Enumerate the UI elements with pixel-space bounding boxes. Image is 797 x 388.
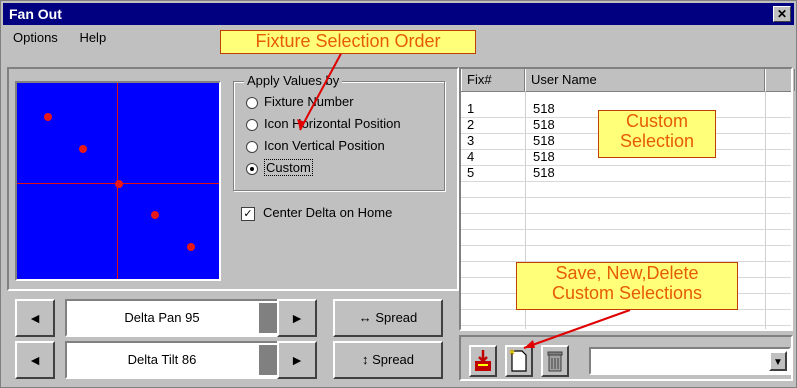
apply-values-group: Apply Values by Fixture Number Icon Hori…: [233, 73, 445, 191]
fixture-icon-1[interactable]: [44, 113, 52, 121]
cell-fix: 3: [467, 133, 475, 148]
callout-line: Custom Selections: [551, 283, 703, 303]
empty-row: [461, 197, 791, 214]
callout-fixture-selection-order: Fixture Selection Order: [220, 30, 476, 54]
callout-custom-selection: Custom Selection: [598, 110, 716, 158]
radio-icon-vertical[interactable]: Icon Vertical Position: [246, 136, 385, 156]
spread-label: Spread: [372, 352, 415, 367]
callout-save-new-delete: Save, New,Delete Custom Selections: [516, 262, 738, 310]
radio-label: Fixture Number: [264, 94, 354, 109]
delta-pan-slider[interactable]: Delta Pan 95: [65, 299, 311, 337]
column-header-fix[interactable]: Fix#: [461, 69, 525, 91]
cell-user-name: 518: [533, 165, 555, 180]
empty-row: [461, 309, 791, 326]
center-delta-checkbox[interactable]: ✓ Center Delta on Home: [241, 205, 392, 221]
callout-line: Selection: [619, 131, 695, 151]
center-delta-label: Center Delta on Home: [263, 205, 393, 220]
empty-row: [461, 245, 791, 262]
cell-fix: 2: [467, 117, 475, 132]
cell-user-name: 518: [533, 149, 555, 164]
save-selection-button[interactable]: [469, 345, 497, 377]
save-icon: [475, 350, 491, 371]
column-header-user-name[interactable]: User Name: [525, 69, 765, 91]
spread-label: Spread: [375, 310, 418, 325]
cell-user-name: 518: [533, 133, 555, 148]
radio-circle[interactable]: [246, 118, 258, 131]
fixture-icon-4[interactable]: [151, 211, 159, 219]
callout-line: Custom: [625, 111, 688, 131]
radio-fixture-number[interactable]: Fixture Number: [246, 92, 354, 112]
radio-label: Custom: [264, 159, 313, 176]
delta-pan-label: Delta Pan 95: [124, 310, 200, 325]
tilt-increase-button[interactable]: ►: [277, 341, 317, 379]
radio-label: Icon Vertical Position: [264, 138, 385, 153]
fixture-position-plot[interactable]: [15, 81, 221, 281]
empty-row: [461, 229, 791, 246]
fixture-icon-5[interactable]: [187, 243, 195, 251]
cell-fix: 1: [467, 101, 475, 116]
empty-row: [461, 213, 791, 230]
menu-options[interactable]: Options: [13, 30, 58, 45]
close-button[interactable]: ✕: [773, 6, 791, 22]
empty-row: [461, 181, 791, 198]
pan-spread-button[interactable]: ↔ Spread: [333, 299, 443, 337]
delete-icon: [547, 351, 563, 372]
radio-label: Icon Horizontal Position: [264, 116, 401, 131]
cell-fix: 4: [467, 149, 475, 164]
pan-decrease-button[interactable]: ◄: [15, 299, 55, 337]
new-selection-button[interactable]: [505, 345, 533, 377]
new-icon: [509, 349, 527, 372]
fixture-icon-3[interactable]: [115, 180, 123, 188]
delta-tilt-slider[interactable]: Delta Tilt 86: [65, 341, 311, 379]
checkbox-box[interactable]: ✓: [241, 206, 255, 221]
table-row[interactable]: 5 518: [461, 165, 791, 182]
menu-help[interactable]: Help: [79, 30, 106, 45]
tilt-spread-button[interactable]: ↕ Spread: [333, 341, 443, 379]
radio-icon-horizontal[interactable]: Icon Horizontal Position: [246, 114, 401, 134]
cell-user-name: 518: [533, 101, 555, 116]
title-bar: Fan Out ✕: [3, 3, 794, 25]
radio-circle-selected[interactable]: [246, 162, 258, 175]
delete-selection-button[interactable]: [541, 345, 569, 377]
radio-circle[interactable]: [246, 96, 258, 109]
selection-combo[interactable]: ▼: [589, 347, 791, 375]
radio-circle[interactable]: [246, 140, 258, 153]
cell-user-name: 518: [533, 117, 555, 132]
pan-increase-button[interactable]: ►: [277, 299, 317, 337]
callout-line: Save, New,Delete: [555, 263, 699, 283]
selection-toolbar: ▼: [459, 335, 793, 381]
vertical-arrows-icon: ↕: [361, 352, 369, 367]
tilt-decrease-button[interactable]: ◄: [15, 341, 55, 379]
chevron-down-icon[interactable]: ▼: [769, 351, 787, 371]
column-header-extra[interactable]: [765, 69, 795, 91]
window-title: Fan Out: [9, 6, 62, 22]
fan-out-window: Fan Out ✕ Options Help Apply Values by F…: [0, 0, 797, 388]
delta-tilt-label: Delta Tilt 86: [127, 352, 197, 367]
cell-fix: 5: [467, 165, 475, 180]
fixture-icon-2[interactable]: [79, 145, 87, 153]
grid-header: Fix# User Name: [461, 69, 795, 92]
horizontal-arrows-icon: ↔: [358, 310, 372, 325]
apply-values-legend: Apply Values by: [244, 73, 343, 88]
radio-custom[interactable]: Custom: [246, 158, 313, 178]
